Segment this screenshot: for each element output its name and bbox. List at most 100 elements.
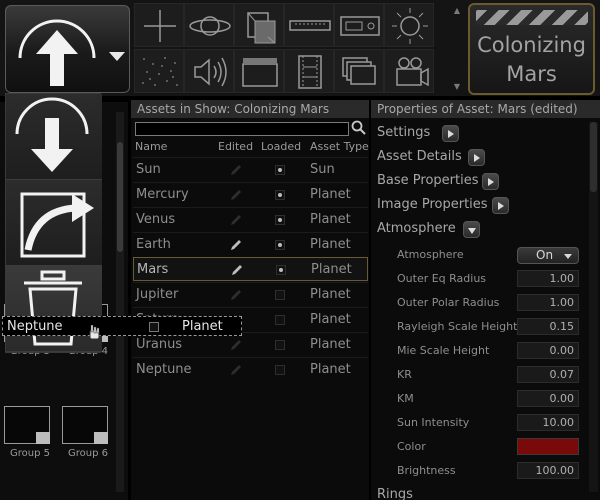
property-value-field[interactable]: 1.00 xyxy=(517,294,579,311)
section-settings[interactable]: Settings xyxy=(377,125,430,140)
section-atmosphere[interactable]: Atmosphere xyxy=(377,221,456,236)
section-label: Image Properties xyxy=(377,197,488,212)
loaded-checkbox[interactable] xyxy=(275,290,285,300)
section-rings[interactable]: Rings xyxy=(377,487,413,500)
section-label: Atmosphere xyxy=(377,221,456,236)
loaded-checkbox[interactable] xyxy=(275,240,285,250)
hand-cursor-icon xyxy=(89,325,100,340)
group-scrollbar[interactable] xyxy=(116,112,124,492)
properties-header: Properties of Asset: Mars (edited) xyxy=(371,100,600,118)
camera-icon xyxy=(396,57,429,87)
camera-tool[interactable] xyxy=(384,49,434,93)
film-strip-icon xyxy=(298,55,322,89)
asset-type: Sun xyxy=(310,162,335,177)
group-label: Group 6 xyxy=(68,448,108,459)
light-tool[interactable] xyxy=(384,3,434,47)
loaded-checkbox[interactable] xyxy=(276,265,286,275)
loaded-checkbox[interactable] xyxy=(275,165,285,175)
section-label: Asset Details xyxy=(377,149,462,164)
section-image-properties[interactable]: Image Properties xyxy=(377,197,488,212)
projector-tool[interactable] xyxy=(334,3,384,47)
color-swatch[interactable] xyxy=(517,438,579,455)
properties-panel: Properties of Asset: Mars (edited) Setti… xyxy=(371,100,600,500)
column-edited[interactable]: Edited xyxy=(218,140,253,153)
asset-name: Uranus xyxy=(136,337,183,352)
planet-tool[interactable] xyxy=(184,3,234,47)
group-item[interactable]: Group 5 xyxy=(4,406,56,474)
edited-pencil-icon xyxy=(229,212,243,226)
expand-settings-icon[interactable] xyxy=(442,125,459,142)
layers-tool[interactable] xyxy=(334,49,384,93)
ruler-tool[interactable] xyxy=(284,3,334,47)
asset-type: Planet xyxy=(310,337,351,352)
asset-row[interactable]: Sun Sun xyxy=(133,157,368,181)
asset-name: Earth xyxy=(136,237,171,252)
column-loaded[interactable]: Loaded xyxy=(261,140,301,153)
expand-details-icon[interactable] xyxy=(468,149,485,166)
palette-scroll-up-icon[interactable]: ▲ xyxy=(452,6,462,16)
property-value-field[interactable]: 0.07 xyxy=(517,366,579,383)
share-menu-item[interactable] xyxy=(6,180,102,266)
section-label: Base Properties xyxy=(377,173,479,188)
dragged-asset-row[interactable]: Neptune Planet xyxy=(2,316,242,340)
asset-name: Neptune xyxy=(136,362,192,377)
expand-image-icon[interactable] xyxy=(492,197,509,214)
column-name[interactable]: Name xyxy=(135,140,167,153)
asset-row[interactable]: Neptune Planet xyxy=(133,357,368,381)
asset-type: Planet xyxy=(310,187,351,202)
property-label: KM xyxy=(397,392,414,405)
model-tool[interactable] xyxy=(234,3,284,47)
crosshair-icon xyxy=(144,10,176,42)
audio-tool[interactable] xyxy=(184,49,234,93)
loaded-checkbox[interactable] xyxy=(275,365,285,375)
property-value-field[interactable]: 0.00 xyxy=(517,342,579,359)
property-label: Outer Polar Radius xyxy=(397,296,500,309)
loaded-checkbox[interactable] xyxy=(275,215,285,225)
asset-row[interactable]: Venus Planet xyxy=(133,207,368,231)
clapper-stripes xyxy=(476,10,588,25)
download-menu-item[interactable] xyxy=(6,94,102,180)
projector-icon xyxy=(340,16,380,36)
asset-type: Planet xyxy=(310,362,351,377)
upload-menu-button[interactable] xyxy=(5,5,130,93)
starfield-icon xyxy=(142,57,178,86)
properties-scrollbar[interactable] xyxy=(589,122,598,492)
ruler-icon xyxy=(289,20,331,31)
asset-search-input[interactable] xyxy=(135,122,349,136)
asset-type: Planet xyxy=(310,312,351,327)
group-item[interactable]: Group 6 xyxy=(62,406,114,474)
collapse-atmosphere-icon[interactable] xyxy=(463,221,480,238)
expand-base-icon[interactable] xyxy=(482,173,499,190)
palette-scroll-down-icon[interactable]: ▼ xyxy=(452,82,462,92)
property-value-field[interactable]: 0.15 xyxy=(517,318,579,335)
video-tool[interactable] xyxy=(234,49,284,93)
film-tool[interactable] xyxy=(284,49,334,93)
asset-name: Sun xyxy=(136,162,161,177)
atmosphere-toggle-select[interactable]: On xyxy=(517,247,579,264)
brightness-field[interactable]: 100.00 xyxy=(517,462,579,479)
crosshair-tool[interactable] xyxy=(134,3,184,47)
asset-row[interactable]: Jupiter Planet xyxy=(133,282,368,306)
asset-type: Planet xyxy=(310,212,351,227)
loaded-checkbox[interactable] xyxy=(275,190,285,200)
share-arrow-icon xyxy=(20,192,94,258)
property-value-field[interactable]: 1.00 xyxy=(517,270,579,287)
property-value-field[interactable]: 10.00 xyxy=(517,414,579,431)
column-asset-type[interactable]: Asset Type xyxy=(310,140,369,153)
show-title-badge[interactable]: Colonizing Mars xyxy=(468,3,595,95)
loaded-checkbox[interactable] xyxy=(275,315,285,325)
show-title-line2: Mars xyxy=(506,62,557,86)
search-icon[interactable] xyxy=(351,120,367,136)
asset-row[interactable]: Earth Planet xyxy=(133,232,368,256)
section-asset-details[interactable]: Asset Details xyxy=(377,149,462,164)
property-value-field[interactable]: 0.00 xyxy=(517,390,579,407)
edited-pencil-icon xyxy=(229,287,243,301)
starfield-tool[interactable] xyxy=(134,49,184,93)
clapper-icon xyxy=(242,58,278,87)
folder-icon xyxy=(4,406,50,444)
asset-row[interactable]: Mars Planet xyxy=(133,257,368,281)
loaded-checkbox[interactable] xyxy=(275,340,285,350)
section-base-properties[interactable]: Base Properties xyxy=(377,173,479,188)
property-label: Sun Intensity xyxy=(397,416,470,429)
asset-row[interactable]: Mercury Planet xyxy=(133,182,368,206)
